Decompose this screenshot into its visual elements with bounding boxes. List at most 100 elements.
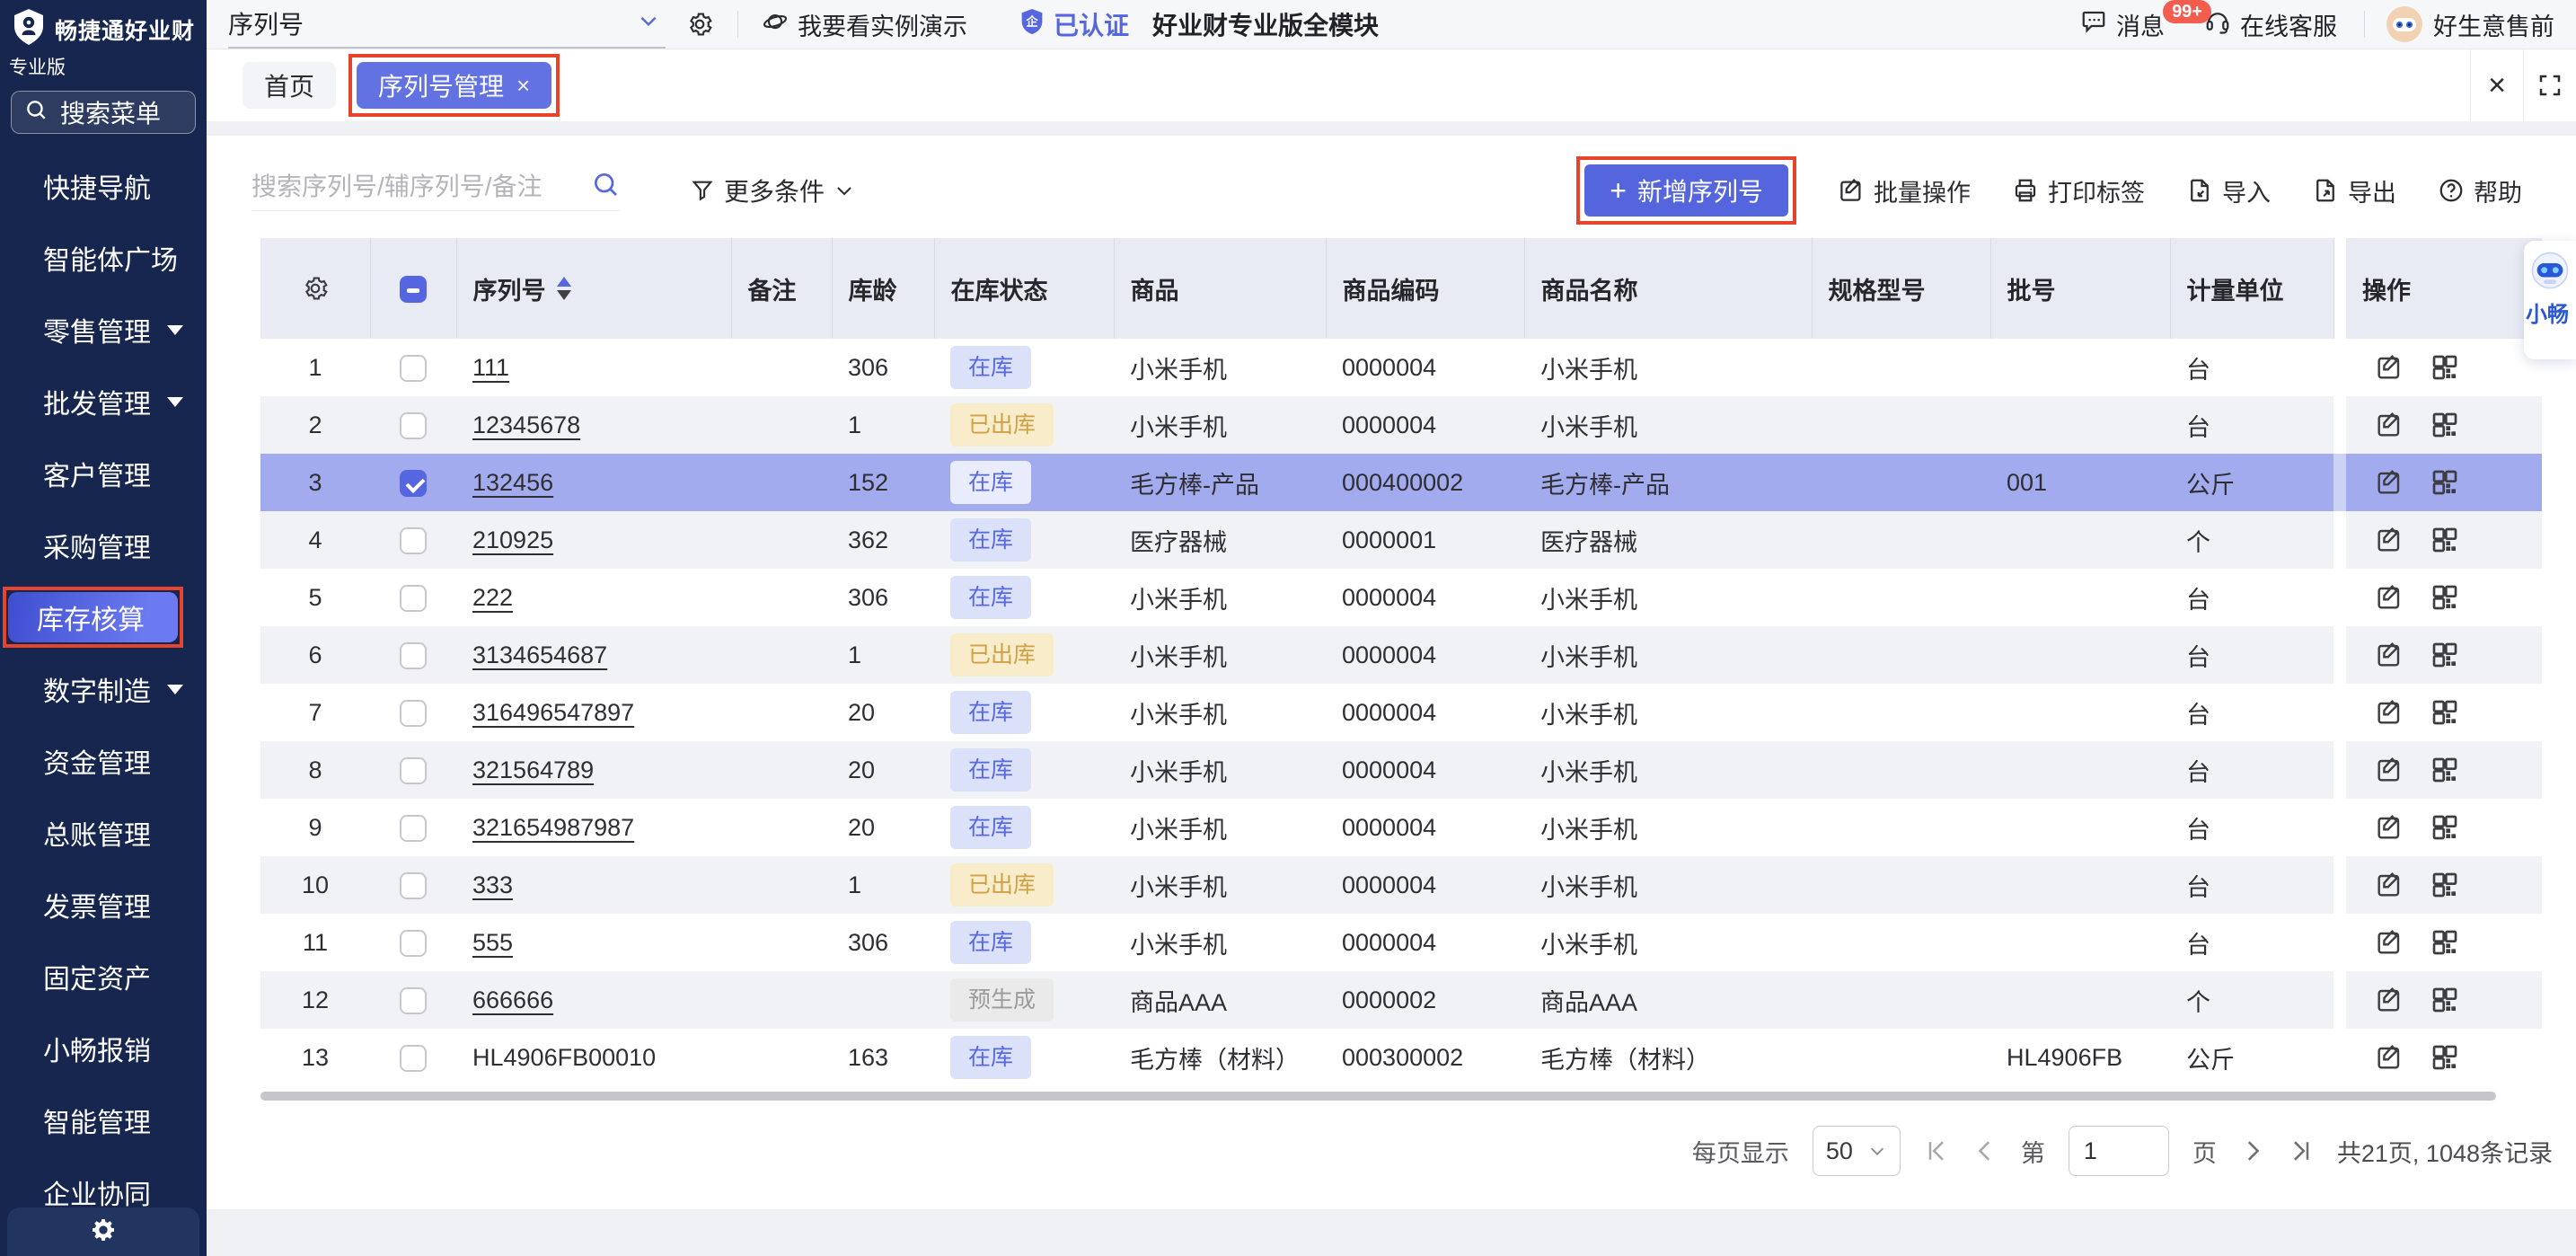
qrcode-icon[interactable]	[2430, 468, 2459, 497]
user-avatar[interactable]	[2386, 6, 2422, 42]
sidebar-item-13[interactable]: 小畅报销	[0, 1013, 207, 1084]
row-checkbox[interactable]	[400, 987, 427, 1014]
export-button[interactable]: 导出	[2312, 173, 2396, 208]
serial-link[interactable]: 222	[472, 584, 513, 611]
edit-icon[interactable]	[2375, 468, 2404, 497]
user-name[interactable]: 好生意售前	[2433, 7, 2554, 42]
sidebar-item-14[interactable]: 智能管理	[0, 1084, 207, 1156]
search-icon[interactable]	[591, 170, 620, 203]
serial-link[interactable]: 210925	[472, 526, 553, 553]
edit-icon[interactable]	[2375, 986, 2404, 1014]
sidebar-item-2[interactable]: 智能体广场	[0, 222, 207, 294]
search-input[interactable]	[251, 172, 557, 201]
qrcode-icon[interactable]	[2430, 986, 2459, 1014]
sidebar-item-6[interactable]: 采购管理	[0, 509, 207, 581]
serial-link[interactable]: 333	[472, 871, 513, 898]
sidebar-item-11[interactable]: 发票管理	[0, 869, 207, 941]
help-button[interactable]: 帮助	[2438, 173, 2522, 208]
close-page-button[interactable]: ×	[2471, 49, 2523, 121]
column-serial[interactable]: 序列号	[473, 271, 546, 306]
tab-close-icon[interactable]: ×	[516, 72, 530, 100]
row-checkbox[interactable]	[400, 527, 427, 554]
column-settings-icon[interactable]	[301, 274, 330, 301]
row-checkbox[interactable]	[400, 930, 427, 957]
batch-operation-button[interactable]: 批量操作	[1838, 173, 1971, 208]
page-number-input[interactable]	[2069, 1126, 2169, 1176]
row-checkbox[interactable]	[400, 412, 427, 439]
sort-icons[interactable]	[557, 277, 571, 300]
tab-serial-management[interactable]: 序列号管理 ×	[357, 62, 551, 109]
edit-icon[interactable]	[2375, 756, 2404, 784]
serial-link[interactable]: 316496547897	[472, 699, 634, 726]
messages-button[interactable]: 消息 99+	[2080, 7, 2165, 42]
sidebar-item-10[interactable]: 总账管理	[0, 797, 207, 869]
more-filters-button[interactable]: 更多条件	[690, 172, 855, 208]
qrcode-icon[interactable]	[2430, 928, 2459, 957]
qrcode-icon[interactable]	[2430, 583, 2459, 612]
row-checkbox[interactable]	[400, 642, 427, 669]
sidebar-item-9[interactable]: 资金管理	[0, 725, 207, 797]
serial-link[interactable]: 12345678	[472, 411, 580, 438]
qrcode-icon[interactable]	[2430, 756, 2459, 784]
qrcode-icon[interactable]	[2430, 526, 2459, 554]
certified-badge[interactable]: 企 已认证	[1018, 6, 1129, 42]
qrcode-icon[interactable]	[2430, 871, 2459, 899]
select-all-checkbox[interactable]	[400, 276, 427, 303]
edit-icon[interactable]	[2375, 871, 2404, 899]
serial-link[interactable]: HL4906FB00010	[472, 1044, 656, 1071]
qrcode-icon[interactable]	[2430, 1043, 2459, 1072]
sidebar-item-7[interactable]: 库存核算	[0, 581, 207, 653]
import-button[interactable]: 导入	[2186, 173, 2271, 208]
edit-icon[interactable]	[2375, 641, 2404, 669]
demo-link[interactable]: 我要看实例演示	[762, 7, 967, 42]
settings-gear-button[interactable]	[685, 10, 714, 39]
last-page-button[interactable]	[2289, 1138, 2314, 1163]
edit-icon[interactable]	[2375, 928, 2404, 957]
row-checkbox[interactable]	[400, 700, 427, 727]
qrcode-icon[interactable]	[2430, 353, 2459, 382]
serial-link[interactable]: 3134654687	[472, 641, 607, 668]
serial-link[interactable]: 111	[472, 354, 509, 381]
serial-link[interactable]: 321564789	[472, 756, 594, 783]
row-checkbox[interactable]	[400, 757, 427, 784]
qrcode-icon[interactable]	[2430, 411, 2459, 439]
sidebar-settings-button[interactable]	[7, 1207, 199, 1256]
serial-link[interactable]: 666666	[472, 986, 553, 1013]
fullscreen-button[interactable]	[2524, 49, 2576, 121]
sidebar-item-8[interactable]: 数字制造	[0, 653, 207, 725]
row-checkbox[interactable]	[400, 1045, 427, 1072]
add-serial-button[interactable]: + 新增序列号	[1584, 164, 1788, 217]
edit-icon[interactable]	[2375, 698, 2404, 727]
sidebar-item-1[interactable]: 快捷导航	[0, 150, 207, 222]
search-box[interactable]	[251, 170, 620, 211]
horizontal-scrollbar[interactable]	[260, 1092, 2542, 1101]
edit-icon[interactable]	[2375, 526, 2404, 554]
qrcode-icon[interactable]	[2430, 641, 2459, 669]
row-checkbox[interactable]	[400, 815, 427, 842]
edit-icon[interactable]	[2375, 583, 2404, 612]
serial-link[interactable]: 321654987987	[472, 814, 634, 841]
row-checkbox[interactable]	[400, 872, 427, 899]
online-service-button[interactable]: 在线客服	[2204, 7, 2337, 42]
serial-link[interactable]: 132456	[472, 469, 553, 496]
edit-icon[interactable]	[2375, 353, 2404, 382]
sidebar-item-12[interactable]: 固定资产	[0, 941, 207, 1013]
serial-link[interactable]: 555	[472, 929, 513, 956]
sidebar-item-4[interactable]: 批发管理	[0, 366, 207, 438]
first-page-button[interactable]	[1924, 1138, 1949, 1163]
qrcode-icon[interactable]	[2430, 698, 2459, 727]
edit-icon[interactable]	[2375, 1043, 2404, 1072]
qrcode-icon[interactable]	[2430, 813, 2459, 842]
edit-icon[interactable]	[2375, 411, 2404, 439]
sidebar-item-5[interactable]: 客户管理	[0, 438, 207, 509]
edit-icon[interactable]	[2375, 813, 2404, 842]
print-label-button[interactable]: 打印标签	[2012, 173, 2145, 208]
menu-search-input[interactable]: 搜索菜单	[11, 91, 196, 134]
per-page-select[interactable]: 50	[1813, 1126, 1901, 1176]
row-checkbox[interactable]	[400, 470, 427, 497]
assistant-widget[interactable]: 小畅	[2524, 241, 2576, 359]
row-checkbox[interactable]	[400, 355, 427, 382]
tab-home[interactable]: 首页	[243, 62, 336, 109]
row-checkbox[interactable]	[400, 585, 427, 612]
module-select-dropdown[interactable]: 序列号	[228, 0, 666, 49]
